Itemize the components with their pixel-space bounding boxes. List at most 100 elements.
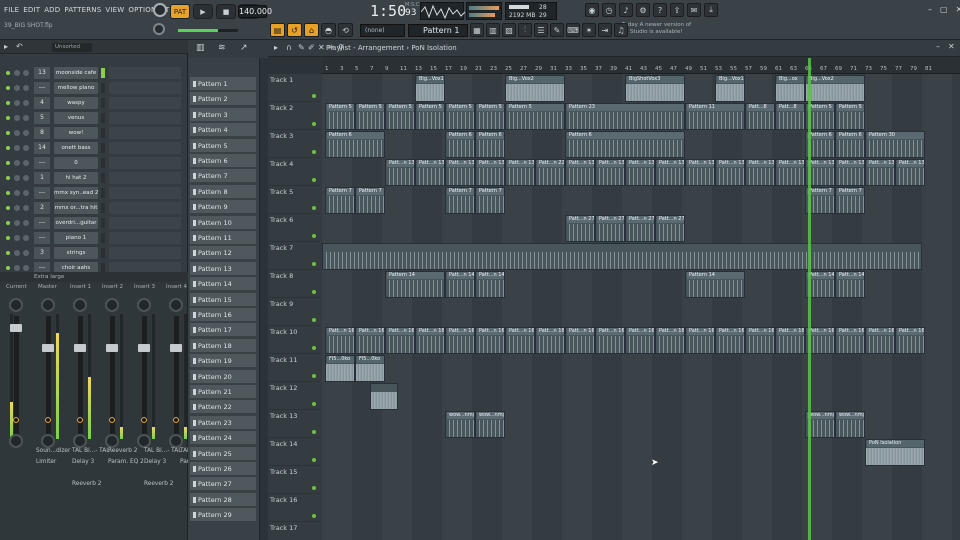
track-enable-led[interactable] <box>312 178 316 182</box>
playlist-clip[interactable]: Patt...n 16 <box>505 327 535 354</box>
magnet-icon[interactable]: ∩ <box>286 43 292 52</box>
recording-icon[interactable]: ◉ <box>585 3 599 17</box>
speaker-icon[interactable]: ♫ <box>614 23 628 37</box>
track-header[interactable]: Track 15 <box>268 466 320 494</box>
playlist-clip[interactable]: Patt...n 13 <box>415 159 445 186</box>
master-volume-knob[interactable] <box>153 3 167 17</box>
browser-icon[interactable]: ☰ <box>534 23 548 37</box>
pattern-list-item[interactable]: Pattern 22 <box>190 400 256 415</box>
playlist-clip[interactable]: Patt...n 16 <box>415 327 445 354</box>
playlist-clip[interactable]: Patt...n 14 <box>475 271 505 298</box>
touch-keyboard-icon[interactable]: ⌨ <box>566 23 580 37</box>
menu-edit[interactable]: EDIT <box>23 6 40 18</box>
pattern-list-item[interactable]: Pattern 12 <box>190 246 256 261</box>
export-icon[interactable]: ⇪ <box>670 3 684 17</box>
channel-mute-led[interactable] <box>6 191 10 195</box>
channel-mute-led[interactable] <box>6 131 10 135</box>
playlist-clip[interactable]: Patt...n 27 <box>655 215 685 242</box>
clock-icon[interactable]: ◷ <box>602 3 616 17</box>
playlist-clip[interactable]: Patt...n 16 <box>895 327 925 354</box>
channel-mixer-track[interactable]: --- <box>34 187 50 199</box>
mixer-header[interactable]: Extra large <box>0 272 188 282</box>
playlist-clip[interactable]: Patt...n 16 <box>535 327 565 354</box>
channel-steps[interactable] <box>109 127 181 139</box>
playlist-clip[interactable]: Patt...n 16 <box>745 327 775 354</box>
channel-name-button[interactable]: mmx or...tra hit <box>54 202 98 214</box>
channel-volume-knob[interactable] <box>23 115 29 121</box>
track-header[interactable]: Track 1 <box>268 74 320 102</box>
pattern-list-item[interactable]: Pattern 1 <box>190 77 256 91</box>
playlist-clip[interactable]: Pattern 7 <box>835 187 865 214</box>
playlist-clip[interactable]: Patt...n 16 <box>775 327 805 354</box>
track-header[interactable]: Track 8 <box>268 270 320 298</box>
track-enable-led[interactable] <box>312 458 316 462</box>
playlist-clip[interactable]: Big...Vox2 <box>805 75 865 102</box>
playlist-clip[interactable]: Pattern 30 <box>865 131 925 158</box>
playlist-clip[interactable]: Pattern 5 <box>325 103 355 130</box>
channel-mixer-track[interactable]: 13 <box>34 67 50 79</box>
channel-select-indicator[interactable] <box>101 158 105 168</box>
channel-mute-led[interactable] <box>6 161 10 165</box>
channel-steps[interactable] <box>109 67 181 79</box>
pattern-list-item[interactable]: Pattern 3 <box>190 107 256 122</box>
audio-icon[interactable]: ≋ <box>218 43 226 53</box>
channel-steps[interactable] <box>109 172 181 184</box>
track-header[interactable]: Track 6 <box>268 214 320 242</box>
channel-row[interactable]: 8 wow! <box>2 126 186 140</box>
playlist-clip[interactable]: Patt...n 16 <box>325 327 355 354</box>
channel-mute-led[interactable] <box>6 221 10 225</box>
channel-mute-led[interactable] <box>6 206 10 210</box>
strip-stereo-knob[interactable] <box>73 434 87 448</box>
channel-name-button[interactable]: mmx syn..ead 2 <box>54 187 98 199</box>
channel-steps[interactable] <box>109 217 181 229</box>
channel-mixer-track[interactable]: --- <box>34 217 50 229</box>
channel-name-button[interactable]: 0 <box>54 157 98 169</box>
channel-row[interactable]: 14 onett bass <box>2 141 186 155</box>
playlist-clip[interactable]: Fl5...0ko <box>355 355 385 382</box>
playlist-clip[interactable]: Big...Vox2 <box>505 75 565 102</box>
help-icon[interactable]: ? <box>653 3 667 17</box>
channel-steps[interactable] <box>109 97 181 109</box>
channel-volume-knob[interactable] <box>23 235 29 241</box>
playlist-clip[interactable]: Big...Vox1 <box>715 75 745 102</box>
playlist-clip[interactable]: Pattern 7 <box>445 187 475 214</box>
channel-pan-knob[interactable] <box>14 100 20 106</box>
channel-row[interactable]: --- mmx syn..ead 2 <box>2 186 186 200</box>
master-pitch-knob[interactable] <box>153 23 165 35</box>
channel-mixer-track[interactable]: --- <box>34 232 50 244</box>
channel-volume-knob[interactable] <box>23 145 29 151</box>
strip-pan-knob[interactable] <box>105 298 119 312</box>
pattern-list-item[interactable]: Pattern 24 <box>190 431 256 446</box>
channel-row[interactable]: --- mellow piano <box>2 81 186 95</box>
channel-select-indicator[interactable] <box>101 68 105 78</box>
channel-pan-knob[interactable] <box>14 220 20 226</box>
channel-pan-knob[interactable] <box>14 250 20 256</box>
tempo-display[interactable]: 140.000 <box>238 5 272 18</box>
channel-pan-knob[interactable] <box>14 205 20 211</box>
channel-volume-knob[interactable] <box>23 130 29 136</box>
typing-keyboard-icon[interactable]: ▤ <box>270 23 285 37</box>
channel-mute-led[interactable] <box>6 101 10 105</box>
channel-steps[interactable] <box>109 232 181 244</box>
mixer-strip[interactable]: Insert 1 <box>68 284 100 524</box>
timeline-ruler[interactable]: 1 3 5 7 9 11 13 15 17 19 21 23 25 27 29 31 33 35 37 39 41 43 4… <box>322 58 960 74</box>
blend-icon[interactable]: ◓ <box>321 23 336 37</box>
playlist-clip[interactable]: Patt...n 16 <box>385 327 415 354</box>
track-header[interactable]: Track 12 <box>268 382 320 410</box>
track-enable-led[interactable] <box>312 346 316 350</box>
channel-pan-knob[interactable] <box>14 160 20 166</box>
breadcrumb[interactable]: PoN Isolation <box>411 44 456 52</box>
channel-row[interactable]: 1 hi hat 2 <box>2 171 186 185</box>
pattern-list-item[interactable]: Pattern 25 <box>190 446 256 461</box>
channel-pan-knob[interactable] <box>14 85 20 91</box>
track-header[interactable]: Track 7 <box>268 242 320 270</box>
playlist-clip[interactable]: Patt...n 16 <box>445 327 475 354</box>
pattern-list-item[interactable]: Pattern 14 <box>190 277 256 292</box>
playlist-clip[interactable]: Pattern 6 <box>445 131 475 158</box>
playlist-clip[interactable]: Patt...n 16 <box>355 327 385 354</box>
playlist-clip[interactable]: Pattern 5 <box>475 103 505 130</box>
channel-mixer-track[interactable]: 2 <box>34 202 50 214</box>
pattern-list-item[interactable]: Pattern 13 <box>190 261 256 276</box>
playlist-clip[interactable]: Patt...8 <box>745 103 775 130</box>
pattern-list-item[interactable]: Pattern 5 <box>190 138 256 153</box>
